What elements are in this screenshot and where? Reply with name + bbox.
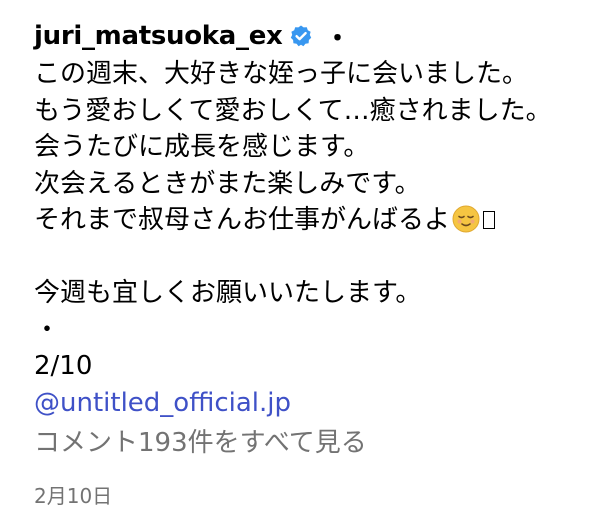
caption-line: もう愛おしくて愛おしくて…癒されました。 [34,95,552,126]
caption-line: この週末、大好きな姪っ子に会いました。 [34,59,529,89]
caption-line-text: それまで叔母さんお仕事がんばるよ [34,205,451,235]
caption-line: 会うたびに成長を感じます。 [34,132,370,162]
caption-line-blank [34,239,590,276]
caption-line: 2/10 [34,351,93,381]
post-date: 2月10日 [34,483,113,508]
view-all-comments-link[interactable]: コメント193件をすべて見る [34,425,590,462]
caption-line: 今週も宜しくお願いいたします。 [34,278,422,308]
caption-text: この週末、大好きな姪っ子に会いました。 もう愛おしくて愛おしくて…癒されました。… [34,56,590,385]
caption-line: ・ [34,314,61,345]
caption-line-with-emoji: それまで叔母さんお仕事がんばるよ [34,202,590,239]
header-separator: ・ [324,23,351,54]
caption-line: 次会えるときがまた楽しみです。 [34,168,421,199]
instagram-post-caption: juri_matsuoka_ex ・ この週末、大好きな姪っ子に会いました。 も… [34,16,590,509]
mention-link[interactable]: @untitled_official.jp [34,385,590,422]
relieved-face-icon [452,205,480,233]
missing-glyph-box-icon [483,211,496,229]
post-header: juri_matsuoka_ex ・ [34,16,590,56]
username-link[interactable]: juri_matsuoka_ex [34,21,283,51]
verified-badge-icon [289,24,313,48]
